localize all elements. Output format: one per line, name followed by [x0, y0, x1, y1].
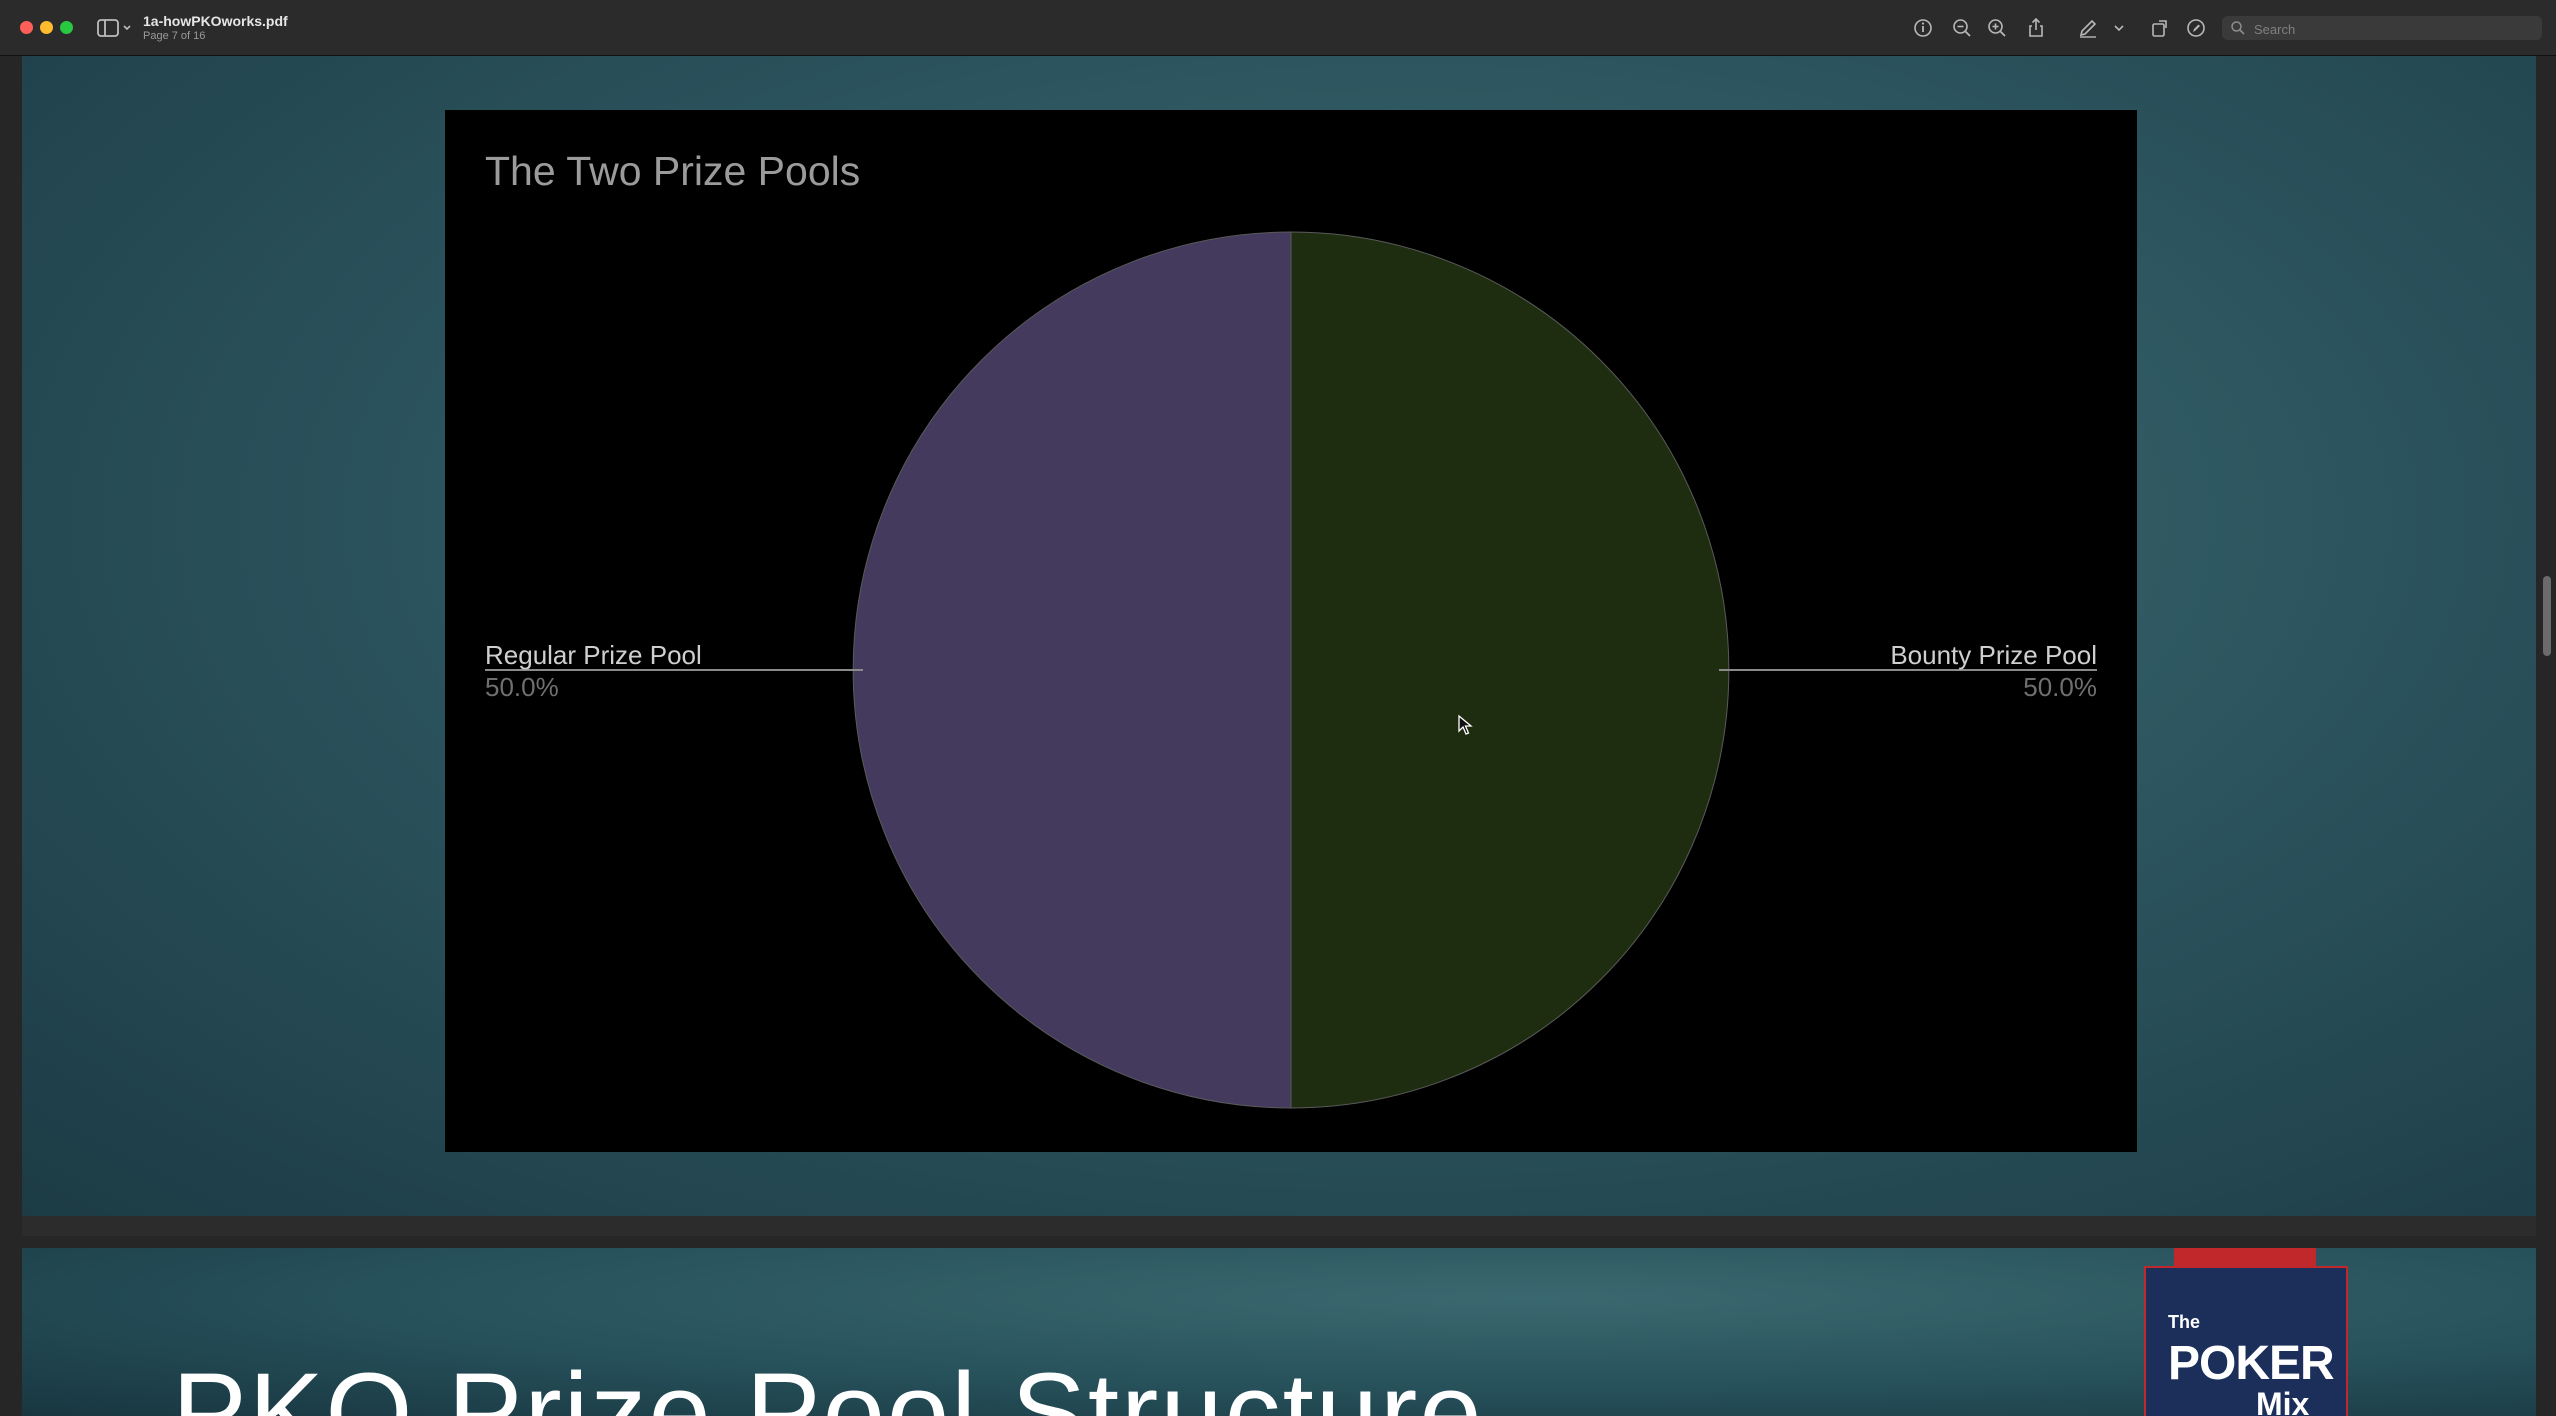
- search-field[interactable]: [2222, 16, 2542, 40]
- chevron-down-icon[interactable]: [2112, 16, 2126, 40]
- document-viewer[interactable]: The Two Prize Pools Regular Prize Pool 5…: [0, 56, 2556, 1416]
- poker-mix-logo: The POKER Mix: [2144, 1266, 2348, 1416]
- slide-chart: The Two Prize Pools Regular Prize Pool 5…: [445, 110, 2137, 1152]
- share-icon[interactable]: [2024, 16, 2048, 40]
- chart-title: The Two Prize Pools: [485, 148, 861, 194]
- markup-pen-icon[interactable]: [2076, 16, 2100, 40]
- search-input[interactable]: [2252, 18, 2536, 40]
- logo-accent-bar: [2174, 1248, 2316, 1266]
- pdf-page: The Two Prize Pools Regular Prize Pool 5…: [22, 56, 2536, 1216]
- page-indicator: Page 7 of 16: [143, 30, 206, 42]
- info-icon[interactable]: [1911, 16, 1935, 40]
- pie-chart: [485, 231, 2097, 1109]
- sidebar-toggle-button[interactable]: [96, 17, 136, 39]
- pie-slice-1: [1290, 231, 1730, 1109]
- search-icon: [2231, 21, 2245, 35]
- document-title: 1a-howPKOworks.pdf: [143, 13, 288, 29]
- slice-percent-regular: 50.0%: [485, 672, 559, 702]
- close-window-button[interactable]: [20, 21, 33, 34]
- vertical-scrollbar[interactable]: [2543, 576, 2551, 656]
- slice-label-bounty: Bounty Prize Pool: [1890, 640, 2097, 670]
- page-separator: [22, 1216, 2536, 1236]
- annotate-icon[interactable]: [2184, 16, 2208, 40]
- minimize-window-button[interactable]: [40, 21, 53, 34]
- slice-label-regular: Regular Prize Pool: [485, 640, 702, 670]
- logo-line-2: POKER: [2168, 1337, 2335, 1390]
- slice-percent-bounty: 50.0%: [2023, 672, 2097, 702]
- zoom-in-icon[interactable]: [1985, 16, 2009, 40]
- mouse-cursor-icon: [1458, 714, 1473, 735]
- pie-slice-0: [852, 231, 1292, 1109]
- logo-line-1: The: [2168, 1312, 2201, 1332]
- title-bar: 1a-howPKOworks.pdf Page 7 of 16: [0, 0, 2556, 56]
- zoom-window-button[interactable]: [60, 21, 73, 34]
- pdf-page-next: PKO Prize Pool Structure The POKER Mix: [22, 1248, 2536, 1416]
- sidebar-icon: [97, 19, 131, 37]
- next-page-title: PKO Prize Pool Structure: [172, 1350, 1484, 1416]
- zoom-out-icon[interactable]: [1950, 16, 1974, 40]
- logo-line-3: Mix: [2256, 1386, 2310, 1416]
- rotate-icon[interactable]: [2148, 16, 2172, 40]
